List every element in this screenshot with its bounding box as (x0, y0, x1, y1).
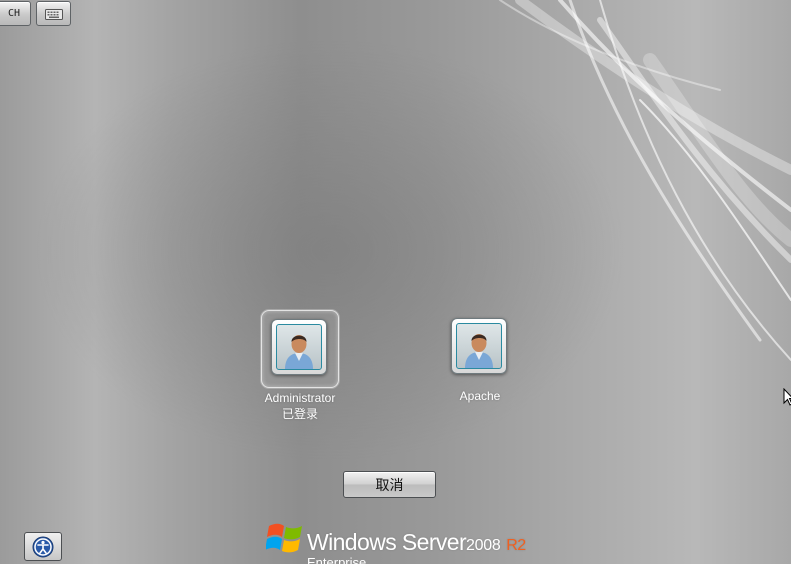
language-bar-button[interactable]: CH (0, 1, 31, 26)
user-name: Apache (459, 389, 501, 403)
ease-of-access-button[interactable] (24, 532, 62, 561)
user-tile-frame (271, 319, 327, 375)
mouse-cursor-icon (783, 388, 791, 406)
product-release: R2 (506, 537, 526, 554)
user-tile-apache[interactable]: Apache (420, 310, 540, 404)
user-avatar-icon (465, 334, 493, 368)
product-edition: Enterprise (307, 555, 367, 564)
user-status: 已登录 (281, 407, 318, 421)
windows-logo-icon (266, 523, 302, 553)
on-screen-keyboard-button[interactable] (36, 1, 71, 26)
user-name: Administrator (264, 391, 336, 405)
ease-of-access-icon (32, 536, 54, 557)
user-tile-selection-frame (442, 310, 518, 386)
windows-server-branding: Windows Server2008 R2 Enterprise (266, 519, 526, 564)
user-avatar-icon (285, 335, 313, 369)
cancel-button[interactable]: 取消 (343, 471, 436, 498)
user-tile-administrator[interactable]: Administrator 已登录 (240, 310, 360, 422)
product-version: 2008 (466, 537, 501, 554)
product-name: Windows Server (307, 529, 467, 555)
user-tile-selection-frame (261, 310, 339, 388)
keyboard-icon (44, 8, 63, 20)
user-tile-frame (451, 318, 507, 374)
language-label: CH (7, 8, 21, 19)
